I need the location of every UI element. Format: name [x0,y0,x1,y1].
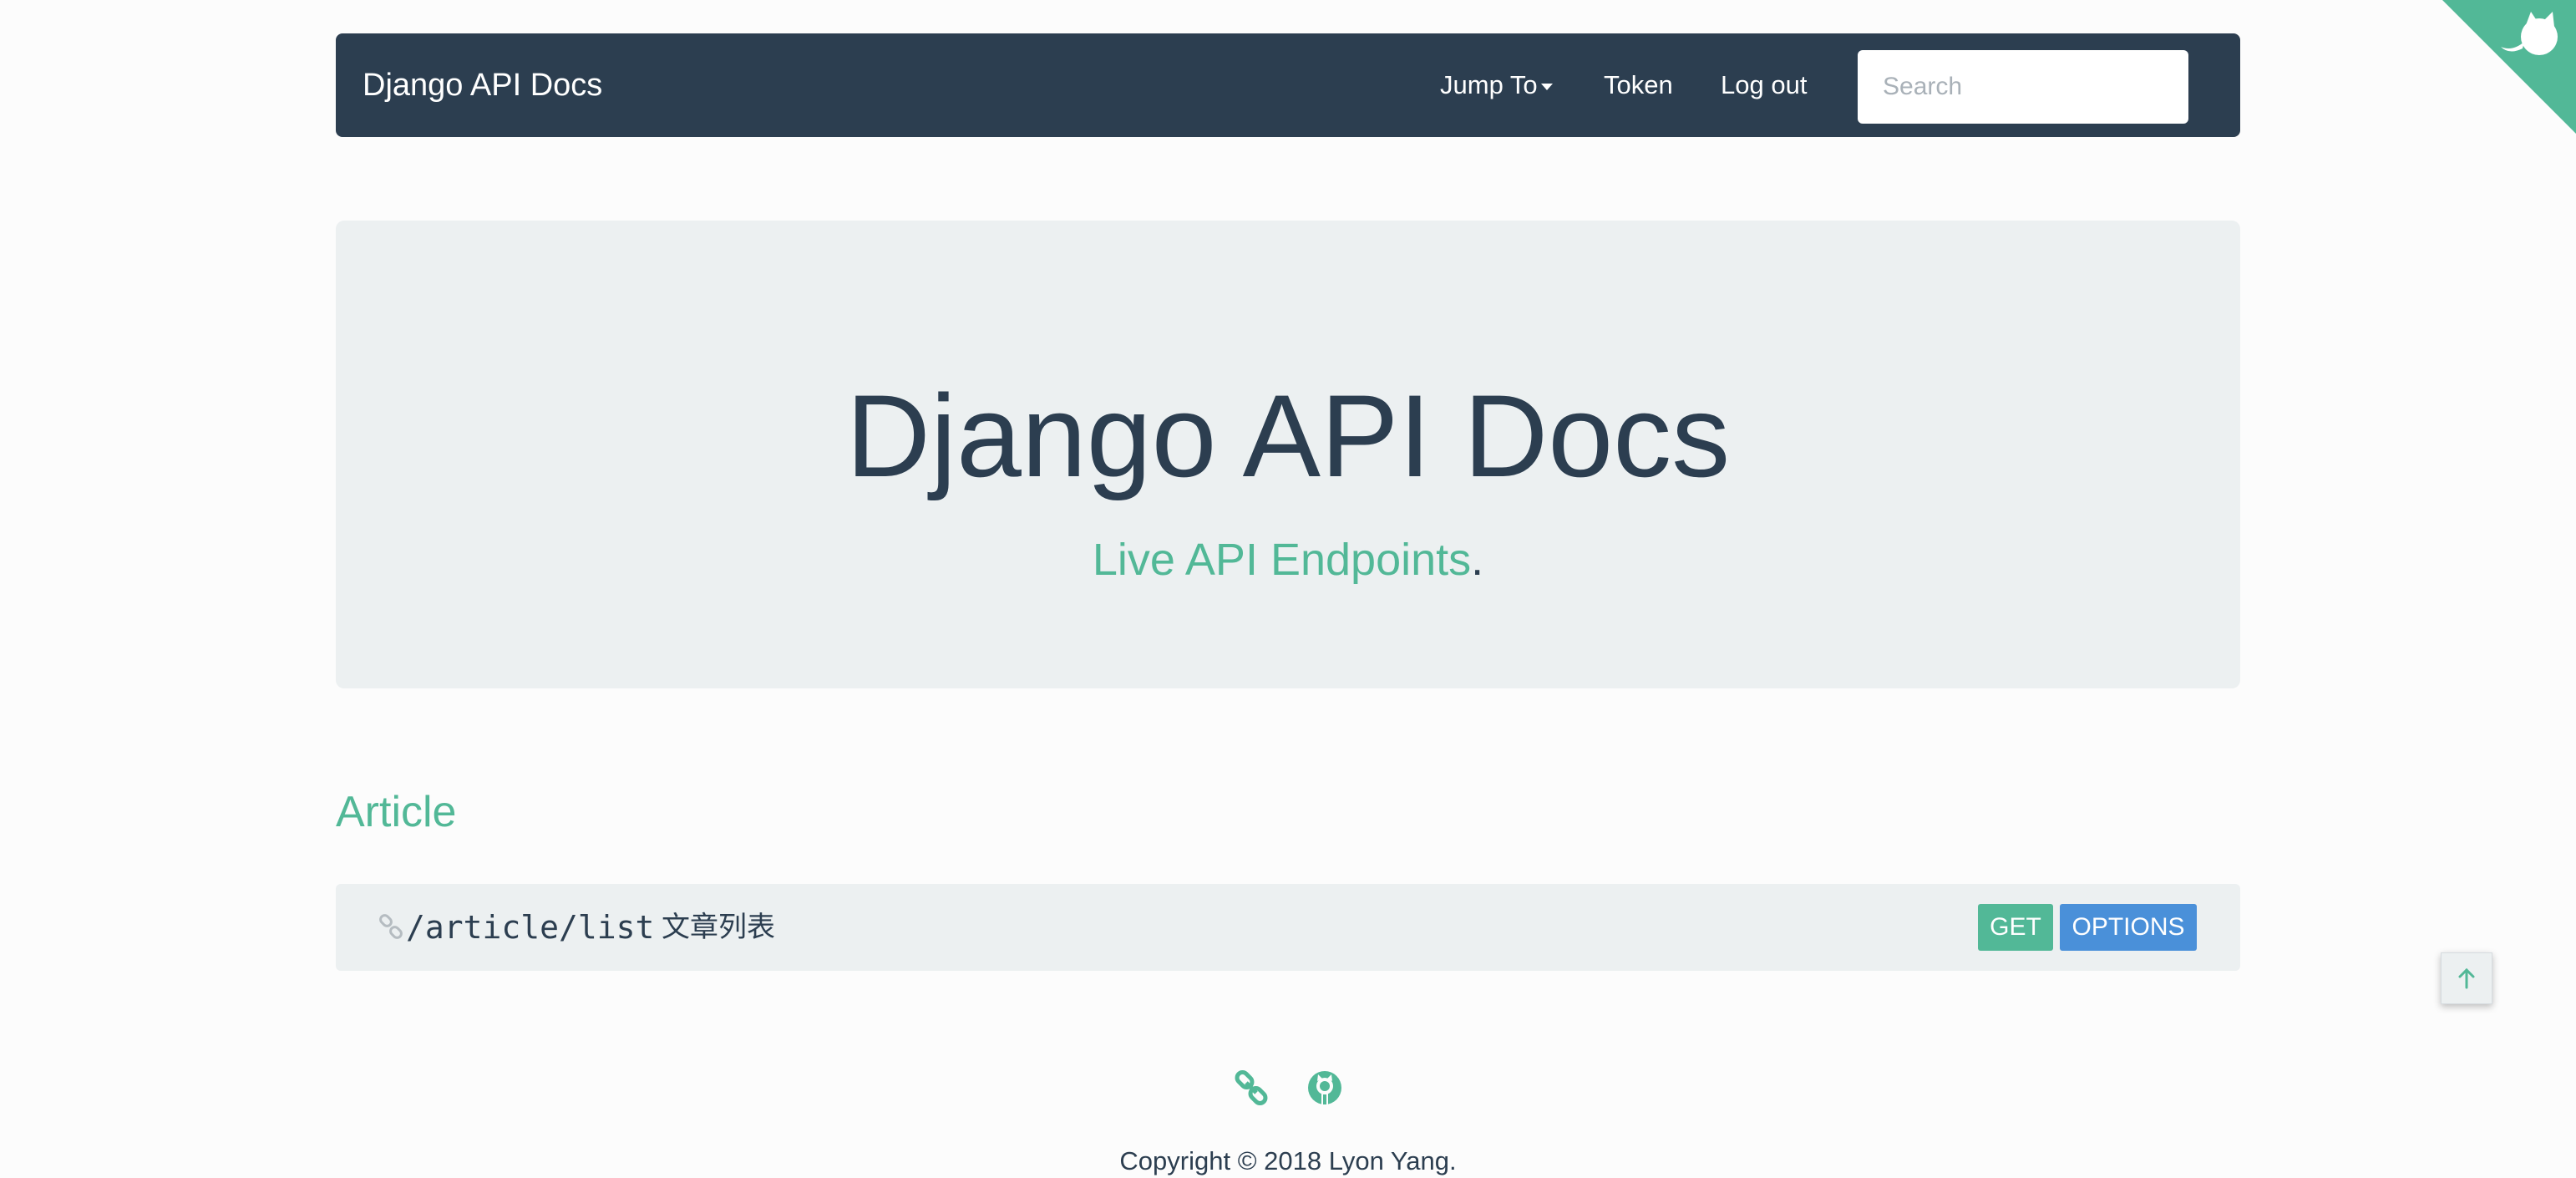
endpoint-path: /article/list [406,909,655,946]
github-corner-icon[interactable] [2442,0,2576,134]
method-badge-options[interactable]: OPTIONS [2060,904,2197,951]
link-icon [379,914,403,939]
hero-panel: Django API Docs Live API Endpoints. [336,221,2240,688]
token-link[interactable]: Token [1604,33,1673,137]
arrow-up-icon [2458,967,2475,989]
jump-to-dropdown[interactable]: Jump To [1440,33,1553,137]
endpoint-description: 文章列表 [662,911,775,944]
section-title-article: Article [336,788,457,836]
back-to-top-button[interactable] [2441,952,2492,1004]
method-badge-get[interactable]: GET [1978,904,2053,951]
hero-subtitle: Live API Endpoints. [336,535,2240,585]
endpoint-row[interactable]: /article/list 文章列表 GET OPTIONS [336,884,2240,971]
hero-subtitle-suffix: . [1471,535,1484,585]
top-navbar: Django API Docs Jump To Token Log out [336,33,2240,137]
github-icon[interactable] [1306,1069,1343,1106]
logout-link[interactable]: Log out [1721,33,1807,137]
jump-to-label: Jump To [1440,70,1538,99]
hero-subtitle-highlight: Live API Endpoints [1092,535,1472,585]
navbar-brand[interactable]: Django API Docs [363,33,602,137]
copyright-text: Copyright © 2018 Lyon Yang. [1119,1146,1457,1175]
hero-title: Django API Docs [845,370,1731,501]
link-icon[interactable] [1233,1069,1270,1106]
caret-down-icon [1540,83,1553,90]
search-input[interactable] [1858,50,2188,124]
